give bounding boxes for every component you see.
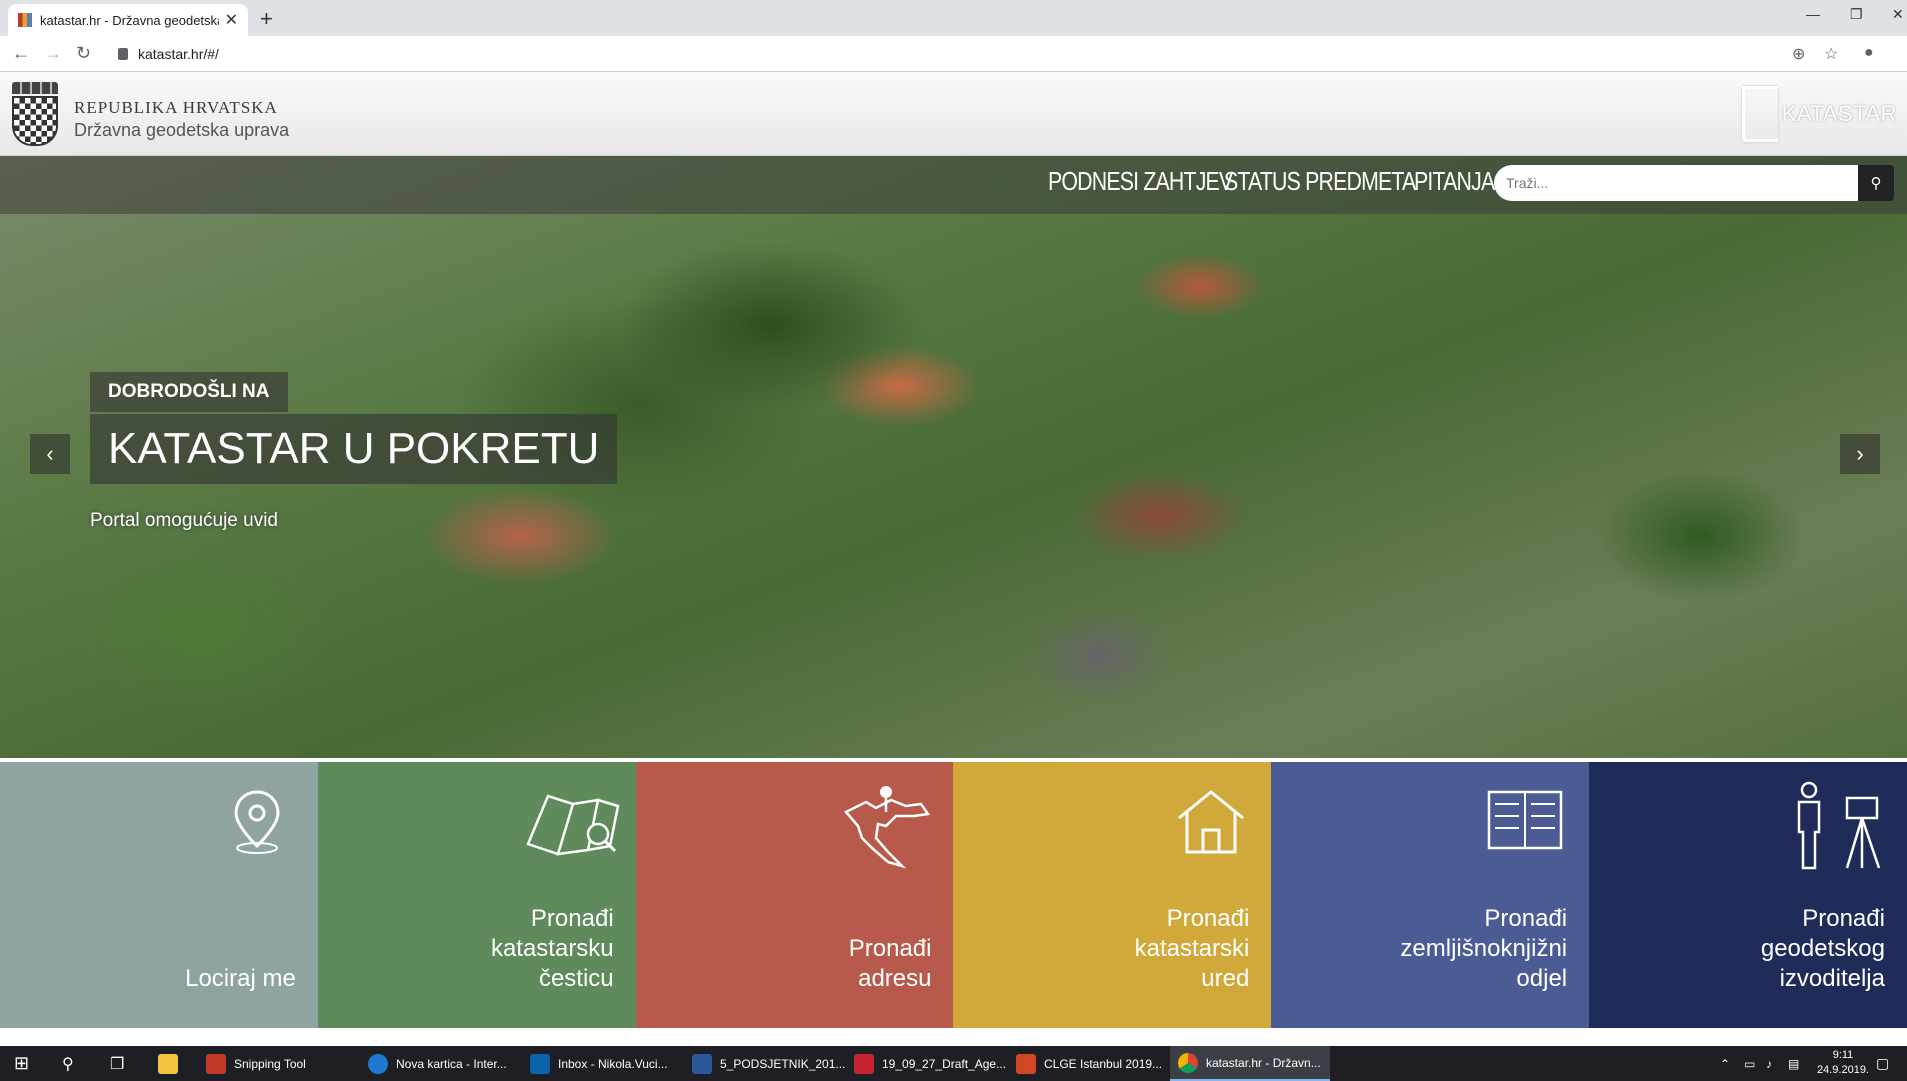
reload-icon[interactable]: ↻ [76,43,91,64]
url-text: katastar.hr/#/ [138,46,219,62]
tile-katastarska-cestica[interactable]: Pronađi katastarsku česticu [317,762,636,1028]
browser-tab[interactable]: katastar.hr - Državna geodetska u ✕ [8,4,248,36]
tile-katastarski-ured[interactable]: Pronađi katastarski ured [953,762,1272,1028]
tile-label-pronadi-adresu: Pronađi adresu [848,935,932,992]
republic-name: REPUBLIKA HRVATSKA [74,98,278,117]
welcome-label: DOBRODOŠLI NA [90,372,288,412]
task-view-icon[interactable]: ❐ [110,1046,124,1081]
address-bar: ← → ↻ katastar.hr/#/ ⊕ ☆ ● [0,36,1907,72]
chevron-right-icon: › [1856,441,1864,466]
powerpoint-icon [1016,1053,1036,1074]
file-explorer-icon[interactable] [158,1046,186,1081]
search-box: ⚲ [1494,165,1894,201]
taskbar-app-chrome[interactable]: katastar.hr - Državn... [1170,1046,1330,1081]
site-favicon-icon [18,13,32,27]
katastar-logo[interactable]: KATASTAR [1741,86,1897,142]
tile-label-lociraj-me: Lociraj me [185,965,296,992]
close-tab-icon[interactable]: ✕ [225,10,238,30]
croatia-map-icon [843,786,930,869]
carousel-next-button[interactable]: › [1840,434,1880,474]
tile-geodetski-izvoditelj[interactable]: Pronađi geodetskog izvoditelja [1589,762,1907,1028]
forward-arrow-icon[interactable]: → [44,43,62,64]
new-tab-button[interactable]: + [260,6,273,32]
hero-banner: PODNESI ZAHTJEV STATUS PREDMETA PITANJA … [0,156,1907,758]
search-button[interactable]: ⚲ [1858,165,1894,201]
windows-taskbar: ⊞ ⚲ ❐ Snipping Tool Nova kartica - Inter… [0,1046,1907,1081]
tile-zemljisnoknjizni-odjel[interactable]: Pronađi zemljišnoknjižni odjel [1271,762,1590,1028]
lock-icon [118,48,128,60]
carousel-prev-button[interactable]: ‹ [30,434,70,474]
parcel-map-icon [526,794,620,856]
taskbar-app-word[interactable]: 5_PODSJETNIK_201... [692,1046,845,1081]
volume-icon[interactable]: ♪ [1766,1046,1772,1081]
location-icon[interactable]: ⊕ [1792,44,1805,64]
land-book-icon [1488,790,1563,850]
nav-link-podnesi-zahtjev[interactable]: PODNESI ZAHTJEV [1048,166,1233,197]
taskbar-app-snipping-tool[interactable]: Snipping Tool [206,1046,306,1081]
profile-icon[interactable]: ● [1864,44,1874,62]
main-nav: PODNESI ZAHTJEV STATUS PREDMETA PITANJA … [0,156,1907,214]
notifications-icon[interactable]: ▢ [1876,1046,1889,1081]
search-icon: ⚲ [1870,175,1882,192]
tile-label-geodetski-izvoditelj: Pronađi geodetskog izvoditelja [1760,905,1885,992]
tile-label-katastarski-ured: Pronađi katastarski ured [1134,905,1250,992]
taskbar-app-powerpoint[interactable]: CLGE Istanbul 2019... [1016,1046,1162,1081]
bookmark-star-icon[interactable]: ☆ [1824,44,1838,64]
tab-title: katastar.hr - Državna geodetska u [40,12,219,28]
pdf-icon [854,1053,874,1074]
tile-label-katastarska-cestica: Pronađi katastarsku česticu [490,905,614,992]
search-input[interactable] [1494,165,1858,201]
battery-icon[interactable]: ▭ [1744,1046,1755,1081]
snipping-tool-icon [206,1053,226,1074]
agency-name: Državna geodetska uprava [74,120,290,140]
back-arrow-icon[interactable]: ← [12,43,30,64]
surveyor-icon [1797,781,1881,870]
close-window-icon[interactable]: ✕ [1892,6,1904,23]
coat-of-arms-icon [12,82,58,146]
nav-link-pitanja[interactable]: PITANJA [1414,166,1495,197]
search-taskbar-icon[interactable]: ⚲ [62,1046,74,1081]
word-icon [692,1053,712,1074]
windows-start-icon[interactable]: ⊞ [14,1046,29,1081]
site-header: REPUBLIKA HRVATSKA Državna geodetska upr… [0,72,1907,156]
chevron-left-icon: ‹ [46,441,54,466]
internet-explorer-icon [368,1053,388,1074]
house-icon [1178,790,1245,854]
network-icon[interactable]: ▤ [1788,1046,1799,1081]
taskbar-app-outlook[interactable]: Inbox - Nikola.Vuci... [530,1046,668,1081]
browser-tab-bar: katastar.hr - Državna geodetska u ✕ + — … [0,0,1907,36]
url-field[interactable]: katastar.hr/#/ [108,41,1868,67]
katastar-logo-text: KATASTAR [1781,101,1897,126]
tray-chevron-icon[interactable]: ⌃ [1720,1046,1730,1081]
hero-subtext: Portal omogućuje uvid [90,510,278,531]
tile-pronadi-adresu[interactable]: Pronađi adresu [635,762,954,1028]
action-tiles: Lociraj me Pronađi katastarsku česticu P… [0,762,1907,1028]
nav-link-status-predmeta[interactable]: STATUS PREDMETA [1224,166,1416,197]
system-clock[interactable]: 9:11 24.9.2019. [1817,1048,1869,1078]
chrome-icon [1178,1052,1198,1073]
tile-label-zemljisnoknjizni-odjel: Pronađi zemljišnoknjižni odjel [1400,905,1568,992]
taskbar-app-pdf[interactable]: 19_09_27_Draft_Age... [854,1046,1006,1081]
restore-window-icon[interactable]: ❐ [1850,6,1863,23]
outlook-icon [530,1053,550,1074]
minimize-window-icon[interactable]: — [1806,6,1820,22]
location-pin-icon [234,790,280,854]
katastar-logo-mark-icon [1741,86,1778,142]
tile-lociraj-me[interactable]: Lociraj me [0,762,318,1028]
hero-headline: KATASTAR U POKRETU [90,414,618,484]
taskbar-app-internet-explorer[interactable]: Nova kartica - Inter... [368,1046,507,1081]
